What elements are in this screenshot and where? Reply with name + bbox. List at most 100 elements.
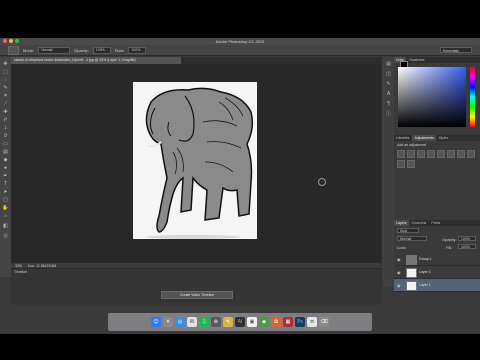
quick-select-tool-icon[interactable]: ✎ (2, 85, 9, 91)
preview-icon[interactable]: ▣ (247, 317, 257, 327)
layer-name: Layer 0 (419, 270, 431, 274)
zoom-level[interactable]: 33% (15, 264, 22, 268)
layer-row[interactable]: ◉ Layer 0 (394, 266, 480, 279)
layer-row[interactable]: ◉ Group 1 (394, 253, 480, 266)
healing-brush-tool-icon[interactable]: ✚ (2, 109, 9, 115)
brush-tool-icon[interactable]: ✐ (2, 117, 9, 123)
path-selection-tool-icon[interactable]: ➤ (2, 189, 9, 195)
lasso-tool-icon[interactable]: ◌ (2, 77, 9, 83)
layer-filter-select[interactable]: Kind (397, 228, 419, 233)
document-canvas[interactable] (133, 82, 257, 239)
flow-label: Flow: (114, 47, 125, 53)
quick-mask-icon[interactable]: ◎ (2, 233, 9, 239)
history-panel-icon[interactable]: ▤ (385, 61, 392, 67)
timeline-title: Timeline (14, 270, 28, 274)
layers-panel-tabs: Layers Channels Paths (394, 220, 480, 226)
textedit-icon[interactable]: ≣ (307, 317, 317, 327)
gradient-tool-icon[interactable]: ▤ (2, 149, 9, 155)
opacity-label: Opacity: (74, 47, 89, 53)
opacity-field[interactable]: 100% (92, 46, 111, 54)
black-white-icon[interactable] (467, 150, 475, 158)
flow-field[interactable]: 100% (128, 46, 147, 54)
hue-saturation-icon[interactable] (447, 150, 455, 158)
crop-tool-icon[interactable]: ⌗ (2, 93, 9, 99)
brush-cursor (318, 178, 326, 186)
adjustment-icons (397, 150, 477, 168)
create-video-timeline-button[interactable]: Create Video Timeline (161, 291, 233, 299)
photoshop-icon[interactable]: Ps (295, 317, 305, 327)
tab-swatches[interactable]: Swatches (407, 57, 426, 63)
curves-icon[interactable] (417, 150, 425, 158)
document-tab[interactable]: sketch-of-elephant-vector-illustration_f… (11, 57, 181, 64)
macos-dock: ☺ ✦ ◎ ✉ ♫ ⚙ ✎ Ai ▣ ◆ ✿ ▦ Ps ≣ ⌫ (108, 313, 372, 331)
mail-icon[interactable]: ✉ (187, 317, 197, 327)
tab-libraries[interactable]: Libraries (394, 135, 411, 141)
trash-icon[interactable]: ⌫ (319, 317, 329, 327)
timeline-panel: Timeline Create Video Timeline (11, 268, 381, 305)
paragraph-panel-icon[interactable]: ¶ (385, 101, 392, 107)
layer-row[interactable]: ◉ Layer 1 (394, 279, 480, 292)
tab-channels[interactable]: Channels (410, 220, 429, 226)
layer-name: Group 1 (419, 257, 432, 261)
maps-icon[interactable]: ◆ (259, 317, 269, 327)
fill-field[interactable]: 100% (458, 244, 476, 249)
levels-icon[interactable] (407, 150, 415, 158)
dodge-tool-icon[interactable]: ● (2, 165, 9, 171)
exposure-icon[interactable] (427, 150, 435, 158)
window-title: Adobe Photoshop CC 2015 (215, 39, 265, 44)
zoom-tool-icon[interactable]: ⌕ (2, 213, 9, 219)
blur-tool-icon[interactable]: ◆ (2, 157, 9, 163)
photo-filter-icon[interactable] (397, 160, 405, 168)
hand-tool-icon[interactable]: ✋ (2, 205, 9, 211)
folder-icon (406, 255, 417, 265)
info-panel-icon[interactable]: ⓘ (385, 111, 392, 117)
brush-panel-icon[interactable]: ✎ (385, 81, 392, 87)
properties-panel-icon[interactable]: ◫ (385, 71, 392, 77)
tab-styles[interactable]: Styles (437, 135, 451, 141)
shape-tool-icon[interactable]: ▢ (2, 197, 9, 203)
visibility-eye-icon[interactable]: ◉ (397, 257, 401, 262)
clone-stamp-tool-icon[interactable]: ⊥ (2, 125, 9, 131)
hue-slider[interactable] (470, 67, 475, 127)
layer-opacity-field[interactable]: 100% (458, 236, 476, 241)
character-panel-icon[interactable]: A (385, 91, 392, 97)
fill-label: Fill: (446, 245, 453, 250)
brightness-contrast-icon[interactable] (397, 150, 405, 158)
type-tool-icon[interactable]: T (2, 181, 9, 187)
launchpad-icon[interactable]: ✦ (163, 317, 173, 327)
spotify-icon[interactable]: ♫ (199, 317, 209, 327)
calendar-icon[interactable]: ▦ (283, 317, 293, 327)
document-tab-bar: sketch-of-elephant-vector-illustration_f… (11, 57, 381, 64)
eraser-tool-icon[interactable]: ▭ (2, 141, 9, 147)
tab-layers[interactable]: Layers (394, 220, 409, 226)
color-balance-icon[interactable] (457, 150, 465, 158)
tab-adjustments[interactable]: Adjustments (412, 135, 436, 141)
channel-mixer-icon[interactable] (407, 160, 415, 168)
mode-select[interactable]: Normal (38, 46, 71, 54)
foreground-background-colors-icon[interactable]: ◧ (2, 223, 9, 229)
notes-icon[interactable]: ✎ (223, 317, 233, 327)
layer-name: Layer 1 (419, 283, 431, 287)
brush-preset-picker[interactable] (8, 45, 19, 55)
canvas-area[interactable] (11, 64, 381, 262)
history-brush-tool-icon[interactable]: ↺ (2, 133, 9, 139)
layer-thumbnail (406, 281, 417, 291)
lock-label: Lock: (397, 245, 407, 250)
eyedropper-tool-icon[interactable]: ⟋ (2, 101, 9, 107)
finder-icon[interactable]: ☺ (151, 317, 161, 327)
tab-paths[interactable]: Paths (429, 220, 442, 226)
illustrator-icon[interactable]: Ai (235, 317, 245, 327)
visibility-eye-icon[interactable]: ◉ (397, 283, 401, 288)
marquee-tool-icon[interactable]: ⬚ (2, 69, 9, 75)
workspace-select[interactable]: Essentials (440, 47, 472, 53)
pen-tool-icon[interactable]: ✒ (2, 173, 9, 179)
mode-label: Mode: (23, 47, 35, 53)
move-tool-icon[interactable]: ✥ (2, 61, 9, 67)
blend-mode-select[interactable]: Normal (397, 236, 427, 241)
safari-icon[interactable]: ◎ (175, 317, 185, 327)
vibrance-icon[interactable] (437, 150, 445, 158)
visibility-eye-icon[interactable]: ◉ (397, 270, 401, 275)
system-preferences-icon[interactable]: ⚙ (211, 317, 221, 327)
color-field[interactable] (398, 67, 466, 127)
photos-icon[interactable]: ✿ (271, 317, 281, 327)
